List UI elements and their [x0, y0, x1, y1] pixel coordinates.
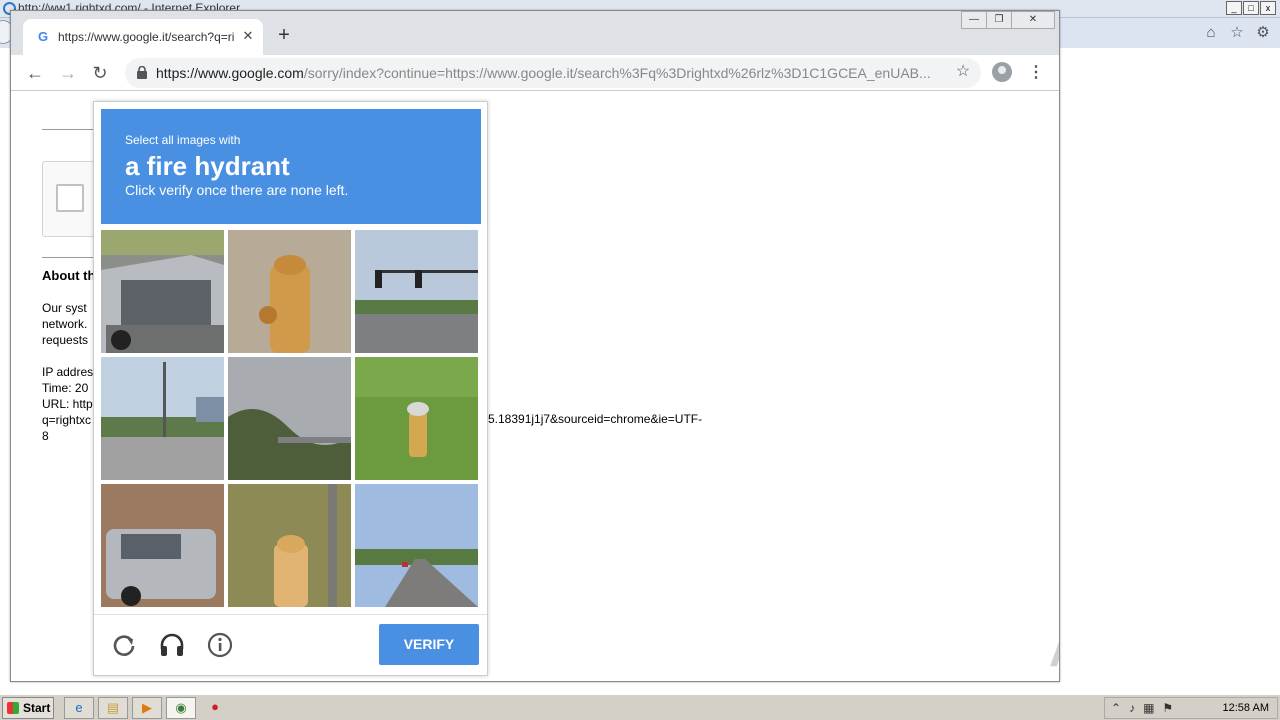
explanation-line: requests — [42, 333, 89, 347]
minimize-button[interactable]: — — [961, 11, 987, 29]
opera-taskbar-icon[interactable]: ● — [200, 697, 230, 719]
fire-hydrant-pole-image — [228, 484, 351, 607]
image-tile[interactable] — [228, 230, 351, 353]
tab-title: https://www.google.it/search?q=rig — [58, 30, 234, 44]
image-grid — [101, 230, 481, 610]
explanation-line: Our syst — [42, 301, 87, 315]
image-tile[interactable] — [101, 484, 224, 607]
gear-icon[interactable]: ⚙ — [1254, 24, 1272, 42]
tray-icons: ⌃ ♪ ▦ ⚑ — [1111, 701, 1173, 715]
show-hidden-icons-icon[interactable]: ⌃ — [1111, 701, 1121, 715]
ie-minimize-button[interactable]: _ — [1226, 1, 1242, 15]
recaptcha-challenge: Select all images with a fire hydrant Cl… — [93, 101, 488, 676]
street-intersection-image — [101, 357, 224, 480]
challenge-object: a fire hydrant — [125, 151, 290, 181]
profile-avatar-icon[interactable] — [992, 62, 1012, 82]
forward-arrow-icon[interactable]: → — [56, 61, 80, 85]
challenge-instruction: Click verify once there are none left. — [125, 182, 349, 198]
explanation-line: network. — [42, 317, 88, 331]
image-tile[interactable] — [101, 230, 224, 353]
image-tile[interactable] — [355, 230, 478, 353]
ie-toolbar-icons: ⌂ ☆ ⚙ — [1202, 24, 1272, 42]
image-tile[interactable] — [355, 357, 478, 480]
bookmark-star-icon[interactable]: ☆ — [953, 62, 973, 82]
url-line: q=rightxc — [42, 413, 92, 427]
ie-restore-button[interactable]: □ — [1243, 1, 1259, 15]
headphones-icon[interactable] — [158, 631, 186, 659]
challenge-header: Select all images with a fire hydrant Cl… — [101, 109, 481, 224]
image-tile[interactable] — [101, 357, 224, 480]
start-label: Start — [23, 701, 51, 715]
google-favicon-icon: G — [37, 29, 49, 44]
ip-address-line: IP addres — [42, 365, 94, 379]
navigation-bar: ← → ↻ https://www.google.com/sorry/index… — [11, 55, 1059, 91]
url-line-tail: 5.18391j1j7&sourceid=chrome&ie=UTF- — [488, 412, 703, 426]
clock: 12:58 AM — [1222, 702, 1269, 714]
network-icon[interactable]: ▦ — [1143, 701, 1154, 715]
fire-hydrant-grass-image — [355, 357, 478, 480]
close-button[interactable]: ✕ — [1011, 11, 1055, 29]
star-icon[interactable]: ☆ — [1228, 24, 1246, 42]
time-line: Time: 20 — [42, 381, 89, 395]
back-arrow-icon[interactable]: ← — [23, 61, 47, 85]
folder-taskbar-icon[interactable]: ▤ — [98, 697, 128, 719]
recaptcha-checkbox[interactable] — [56, 184, 84, 212]
silver-pickup-truck-image — [101, 230, 224, 353]
image-tile[interactable] — [228, 484, 351, 607]
highway-road-image — [355, 484, 478, 607]
ie-close-button[interactable]: x — [1260, 1, 1276, 15]
image-tile[interactable] — [355, 484, 478, 607]
footer-divider — [94, 614, 487, 615]
traffic-lights-intersection-image — [355, 230, 478, 353]
chrome-window-controls: — ❐ ✕ — [961, 11, 1055, 29]
anyrun-watermark: ANY RUN — [1049, 623, 1059, 681]
ie-taskbar-icon[interactable]: e — [64, 697, 94, 719]
tab-google-search[interactable]: G https://www.google.it/search?q=rig ✕ — [23, 19, 263, 55]
reload-icon[interactable]: ↻ — [88, 61, 112, 85]
maximize-button[interactable]: ❐ — [986, 11, 1012, 29]
taskbar: Start e ▤ ▶ ◉ ● ⌃ ♪ ▦ ⚑ 12:58 AM — [0, 694, 1280, 720]
flag-icon[interactable]: ⚑ — [1162, 701, 1173, 715]
tab-bar: G https://www.google.it/search?q=rig ✕ +… — [11, 11, 1059, 55]
volume-icon[interactable]: ♪ — [1129, 701, 1135, 715]
new-tab-button[interactable]: + — [273, 25, 295, 47]
menu-dots-icon[interactable]: ⋮ — [1024, 61, 1048, 85]
start-button[interactable]: Start — [2, 697, 54, 719]
verify-button[interactable]: VERIFY — [379, 624, 479, 665]
about-heading: About th — [42, 268, 96, 283]
address-bar[interactable]: https://www.google.com/sorry/index?conti… — [125, 58, 981, 88]
tab-close-icon[interactable]: ✕ — [240, 28, 256, 44]
url-line: 8 — [42, 429, 49, 443]
url-host: https://www.google.com — [156, 65, 304, 81]
lock-icon — [137, 66, 147, 79]
silver-suv-image — [101, 484, 224, 607]
image-tile[interactable] — [228, 357, 351, 480]
chrome-taskbar-icon[interactable]: ◉ — [166, 697, 196, 719]
url-line: URL: http — [42, 397, 93, 411]
challenge-prompt: Select all images with — [125, 133, 241, 147]
fire-hydrant-closeup-image — [228, 230, 351, 353]
reload-challenge-icon[interactable] — [110, 631, 138, 659]
trees-overpass-image — [228, 357, 351, 480]
url-text: https://www.google.com/sorry/index?conti… — [156, 65, 941, 81]
windows-flag-icon — [7, 702, 19, 714]
home-icon[interactable]: ⌂ — [1202, 24, 1220, 42]
ie-window-controls: _ □ x — [1226, 1, 1276, 15]
info-icon[interactable] — [206, 631, 234, 659]
system-tray: ⌃ ♪ ▦ ⚑ 12:58 AM — [1104, 697, 1278, 719]
url-path: /sorry/index?continue=https://www.google… — [303, 65, 931, 81]
media-player-taskbar-icon[interactable]: ▶ — [132, 697, 162, 719]
